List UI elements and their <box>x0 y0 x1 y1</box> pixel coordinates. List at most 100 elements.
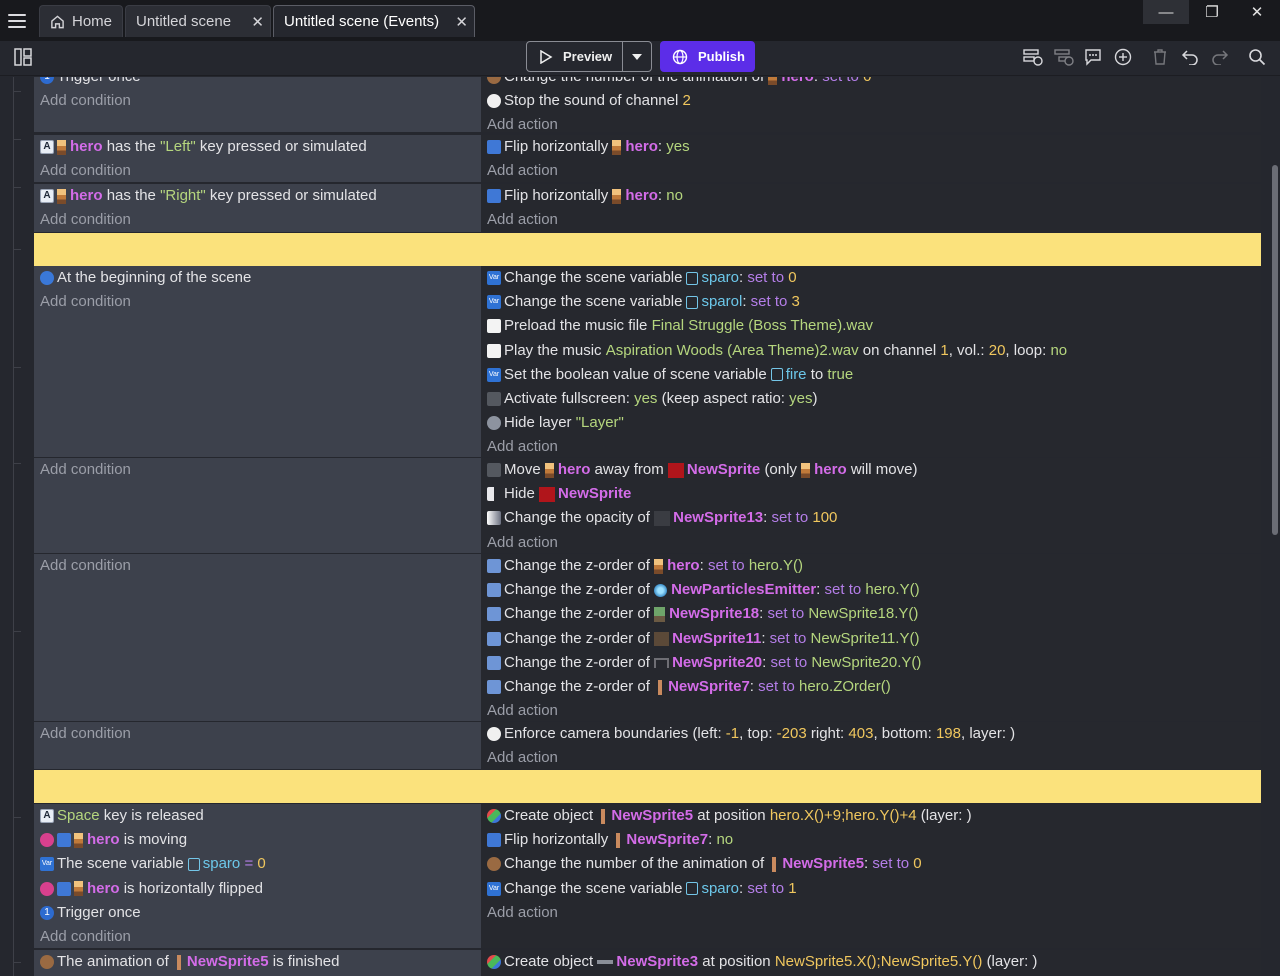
redo-icon[interactable] <box>1209 46 1231 68</box>
event-row[interactable]: At the beginning of the scene Add condit… <box>34 266 1261 457</box>
add-action-button[interactable]: Add action <box>487 531 1261 555</box>
event-row[interactable]: A Space key is released hero is moving Va… <box>34 804 1261 948</box>
actions[interactable]: Enforce camera boundaries (left: -1, top… <box>481 722 1261 769</box>
play-icon <box>540 49 553 64</box>
conditions[interactable]: Add condition <box>34 458 481 553</box>
expression: hero.X()+9;hero.Y()+4 <box>769 807 917 825</box>
value: -1 <box>725 725 740 743</box>
close-icon[interactable]: ✕ <box>455 13 468 31</box>
close-icon[interactable]: ✕ <box>251 13 264 31</box>
event-row[interactable]: Ahero has the "Left" key pressed or simu… <box>34 135 1261 182</box>
actions[interactable]: Flip horizontally hero: yes Add action <box>481 135 1261 182</box>
actions[interactable]: Change the z-order of hero: set to hero.… <box>481 554 1261 721</box>
tab-label: Home <box>71 13 112 30</box>
add-comment-icon[interactable] <box>1082 46 1104 68</box>
flip-icon <box>487 833 501 848</box>
variable-icon: Var <box>487 295 501 310</box>
event-row[interactable]: Add condition Move hero away from NewSpr… <box>34 458 1261 553</box>
preview-dropdown-button[interactable] <box>622 41 652 72</box>
expression: NewSprite20.Y() <box>811 653 922 671</box>
conditions[interactable]: Add condition <box>34 722 481 769</box>
conditions[interactable]: A Space key is released hero is moving Va… <box>34 804 481 948</box>
add-action-button[interactable]: Add action <box>487 435 1261 459</box>
add-condition-button[interactable]: Add condition <box>40 925 481 949</box>
action-text: Hide <box>504 485 535 503</box>
action-text: on channel <box>862 341 937 359</box>
newsprite20-icon <box>654 657 670 668</box>
minimize-button[interactable]: — <box>1143 0 1189 24</box>
undo-icon[interactable] <box>1179 46 1201 68</box>
tab-untitled-scene-events[interactable]: Untitled scene (Events) ✕ <box>273 5 475 37</box>
newsprite-icon <box>539 486 556 502</box>
object-name: hero <box>87 879 120 897</box>
z-order-icon <box>487 655 501 670</box>
action-text: Change the z-order of <box>504 629 650 647</box>
layout-icon[interactable] <box>12 46 34 68</box>
add-condition-button[interactable]: Add condition <box>40 290 481 314</box>
conditions[interactable]: Ahero has the "Right" key pressed or sim… <box>34 184 481 232</box>
event-row[interactable]: The animation of NewSprite5 is finished … <box>34 950 1261 976</box>
preview-button[interactable]: Preview <box>526 41 623 72</box>
add-condition-button[interactable]: Add condition <box>40 89 481 113</box>
add-action-button[interactable]: Add action <box>487 208 1261 232</box>
flip-icon <box>57 881 71 896</box>
add-subevent-icon[interactable] <box>1053 46 1075 68</box>
add-action-button[interactable]: Add action <box>487 901 1261 925</box>
object-name: hero <box>625 187 658 205</box>
conditions[interactable]: At the beginning of the scene Add condit… <box>34 266 481 457</box>
delete-icon[interactable] <box>1149 46 1171 68</box>
publish-button[interactable]: Publish <box>660 41 755 72</box>
newsprite18-icon <box>654 606 666 622</box>
event-row[interactable]: Ahero has the "Right" key pressed or sim… <box>34 184 1261 232</box>
object-name: NewSprite3 <box>616 953 699 971</box>
expression: hero.ZOrder() <box>799 678 891 696</box>
search-icon[interactable] <box>1246 46 1268 68</box>
actions[interactable]: Flip horizontally hero: no Add action <box>481 184 1261 232</box>
actions[interactable]: Create object NewSprite3 at position New… <box>481 950 1261 976</box>
close-window-button[interactable]: ✕ <box>1234 0 1280 24</box>
menu-icon[interactable] <box>8 10 32 32</box>
actions[interactable]: Create object NewSprite5 at position her… <box>481 804 1261 948</box>
trigger-once-icon: 1 <box>40 905 54 920</box>
hero-sprite-icon <box>801 462 811 478</box>
comment-event[interactable] <box>34 233 1261 266</box>
comment-event[interactable] <box>34 770 1261 803</box>
add-condition-button[interactable]: Add condition <box>40 722 481 746</box>
tab-untitled-scene[interactable]: Untitled scene ✕ <box>125 5 271 37</box>
flip-icon <box>487 189 501 204</box>
add-condition-button[interactable]: Add condition <box>40 554 481 578</box>
conditions[interactable]: Ahero has the "Left" key pressed or simu… <box>34 135 481 182</box>
object-name: hero <box>87 831 120 849</box>
add-condition-button[interactable]: Add condition <box>40 458 481 482</box>
object-name: NewSprite20 <box>672 653 763 671</box>
actions[interactable]: Var Change the scene variable sparo: set t… <box>481 266 1261 457</box>
restore-button[interactable]: ❐ <box>1189 0 1235 24</box>
scrollbar[interactable] <box>1269 77 1280 976</box>
tab-home[interactable]: Home <box>39 5 123 37</box>
add-action-button[interactable]: Add action <box>487 699 1261 723</box>
event-row[interactable]: Add condition Enforce camera boundaries … <box>34 722 1261 769</box>
conditions[interactable]: 1Trigger once Add condition <box>34 77 481 132</box>
add-action-button[interactable]: Add action <box>487 746 1261 770</box>
value: 0 <box>913 855 922 873</box>
action-text: away from <box>594 461 664 479</box>
add-event-icon[interactable] <box>1022 46 1044 68</box>
create-object-icon <box>487 809 501 824</box>
scrollbar-thumb[interactable] <box>1272 165 1278 535</box>
condition-text: has the <box>106 138 156 156</box>
add-action-button[interactable]: Add action <box>487 113 1261 137</box>
keyboard-icon: A <box>40 189 54 204</box>
actions[interactable]: Change the number of the animation of he… <box>481 77 1261 133</box>
add-action-button[interactable]: Add action <box>487 159 1261 183</box>
object-name: NewSprite5 <box>782 855 865 873</box>
event-row[interactable]: Add condition Change the z-order of hero… <box>34 554 1261 721</box>
actions[interactable]: Move hero away from NewSprite (only hero… <box>481 458 1261 553</box>
add-condition-button[interactable]: Add condition <box>40 208 481 232</box>
add-other-icon[interactable] <box>1112 46 1134 68</box>
event-row[interactable]: 1Trigger once Add condition Change the n… <box>34 77 1261 133</box>
object-name: NewSprite13 <box>673 509 764 527</box>
conditions[interactable]: Add condition <box>34 554 481 721</box>
add-condition-button[interactable]: Add condition <box>40 159 481 183</box>
variable-icon: Var <box>487 271 501 286</box>
conditions[interactable]: The animation of NewSprite5 is finished <box>34 950 481 976</box>
